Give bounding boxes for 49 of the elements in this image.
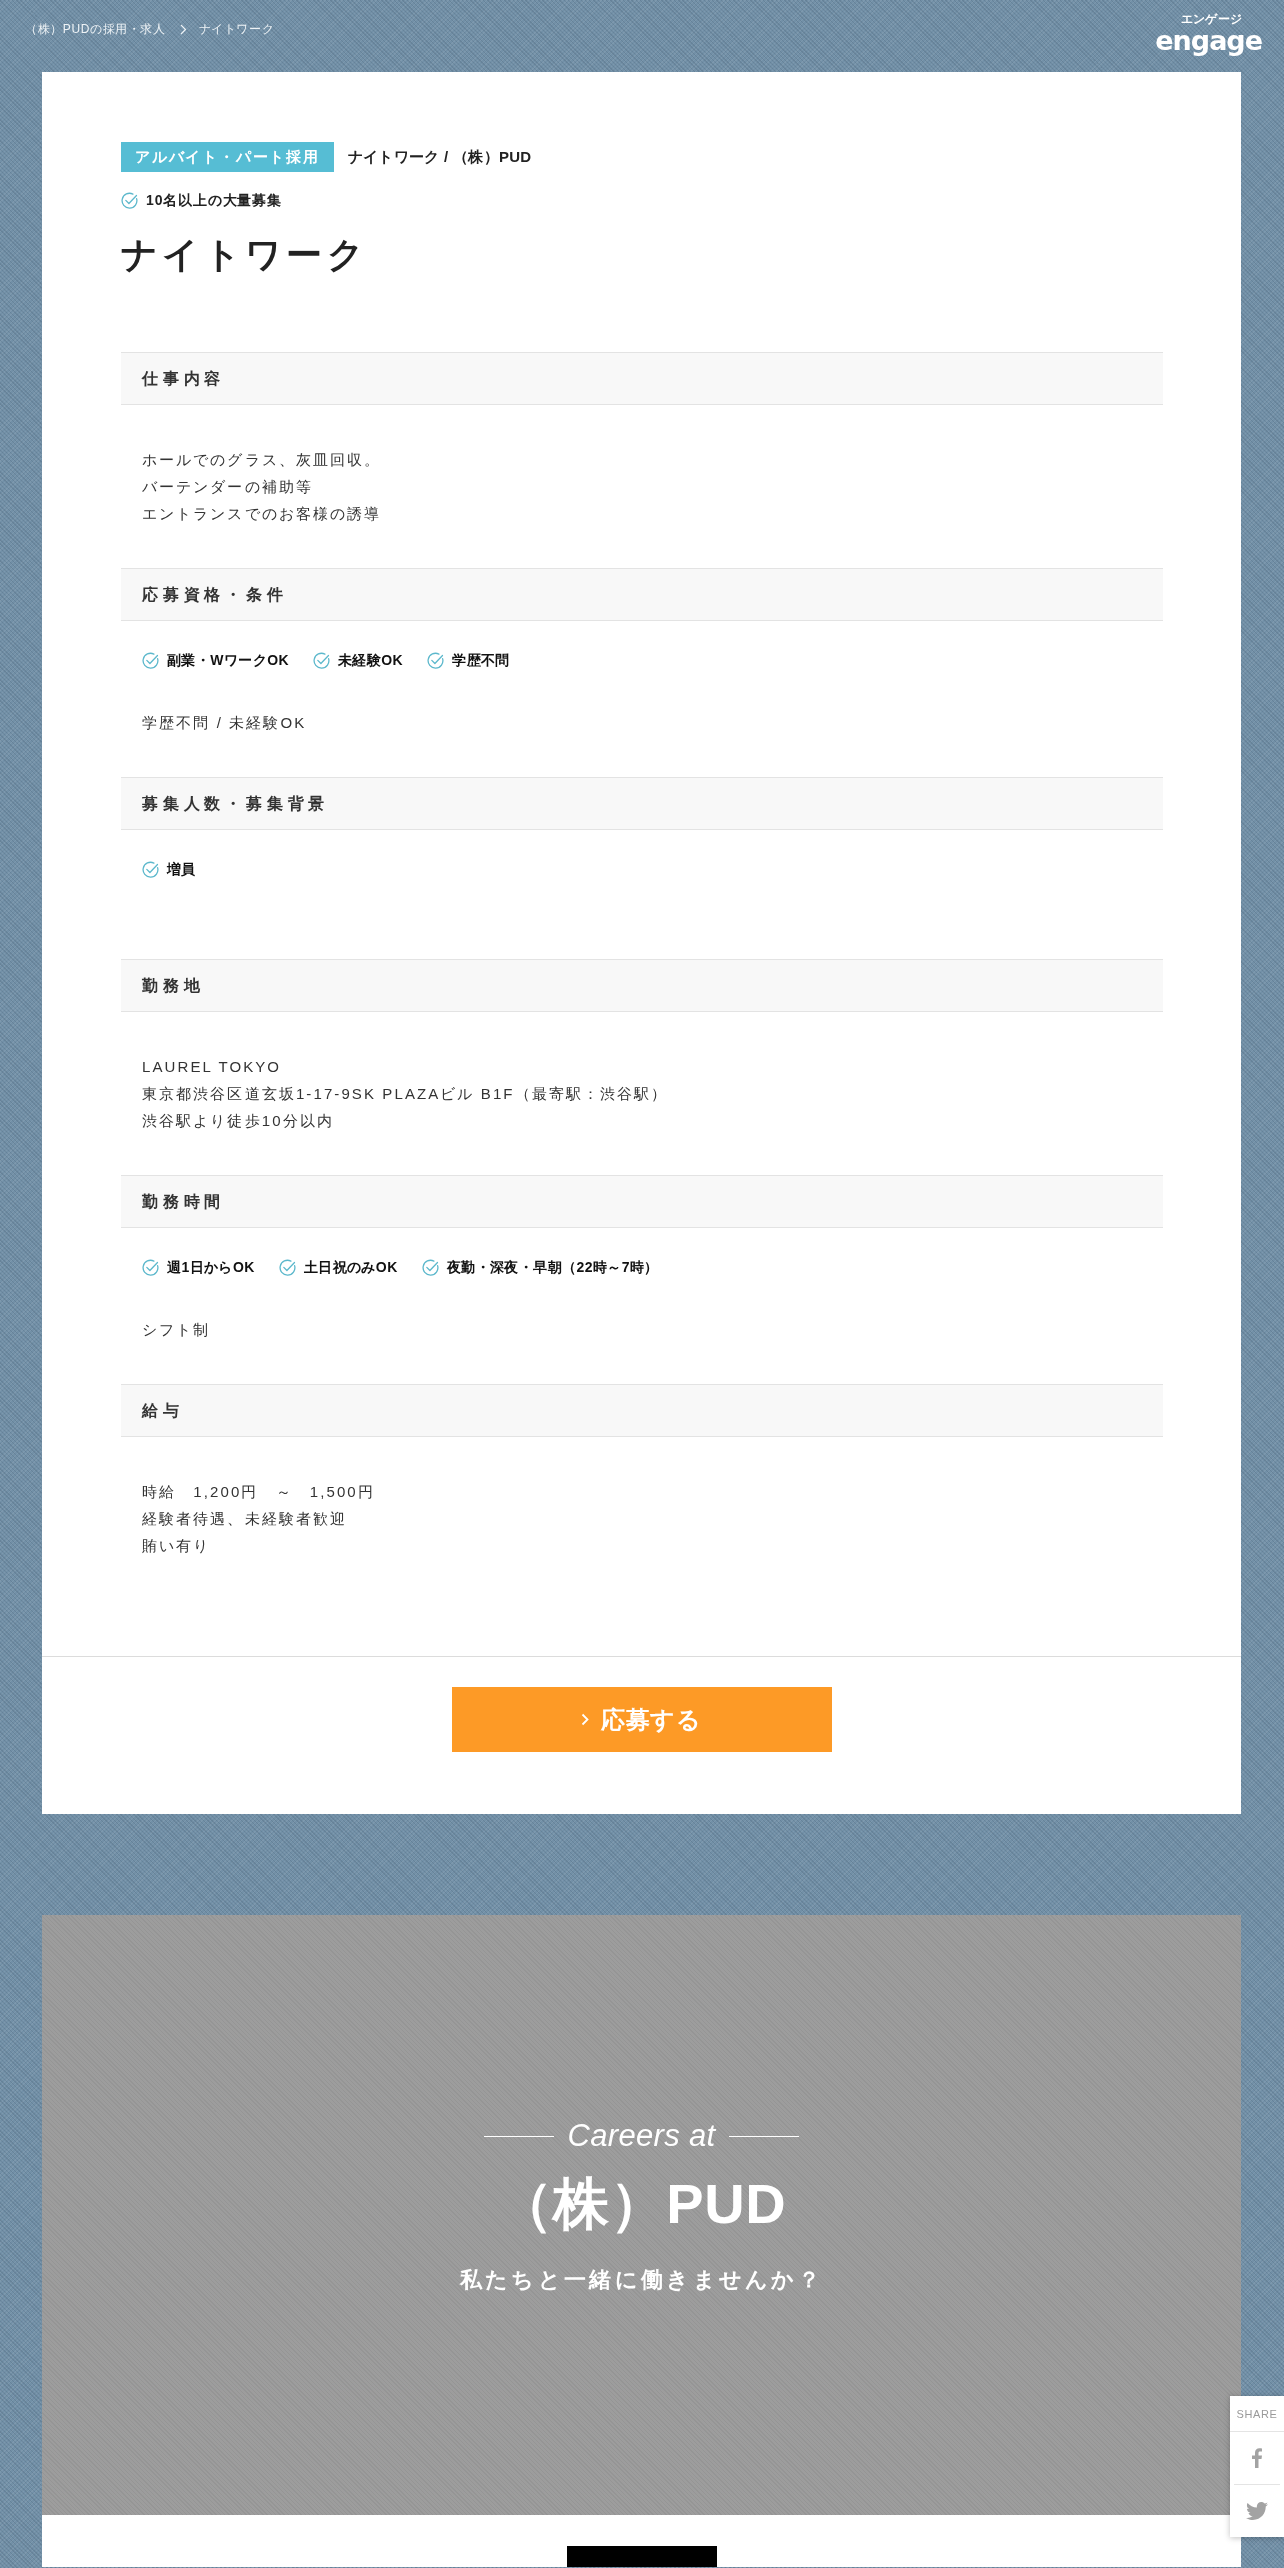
job-title: ナイトワーク [121,233,369,277]
detail-text: ホールでのグラス、灰皿回収。 [142,450,383,470]
check-circle-icon [142,1258,159,1276]
section-heading: 応募資格・条件 [121,568,1163,621]
feature-label: 学歴不問 [452,650,510,670]
highlight-label: 10名以上の大量募集 [146,190,282,210]
check-circle-icon [142,860,159,878]
check-circle-icon [313,651,330,669]
feature-label: 週1日からOK [167,1257,255,1277]
company-name: （株）PUD [496,2171,787,2237]
section-heading: 給与 [121,1384,1163,1437]
chevron-right-icon [179,23,187,35]
twitter-icon[interactable] [1246,2501,1268,2520]
section-heading: 勤務時間 [121,1175,1163,1228]
apply-button[interactable]: 応募する [451,1687,832,1752]
feature-label: 副業・WワークOK [167,650,289,670]
detail-text: エントランスでのお客様の誘導 [142,504,383,524]
check-circle-icon [278,1258,296,1276]
breadcrumb-link[interactable]: （株）PUDの採用・求人 [25,20,166,38]
employment-type-tag: アルバイト・パート採用 [121,142,334,172]
section-heading: 仕事内容 [121,352,1163,405]
brand-logo[interactable]: engage [1155,26,1262,55]
check-circle-icon [421,1258,439,1276]
check-circle-icon [121,191,138,209]
feature-label: 未経験OK [338,650,404,670]
chevron-right-icon [581,1713,590,1726]
section-heading: 募集人数・募集背景 [121,777,1163,830]
logo-kana-text: エンゲージ [1180,11,1242,27]
detail-text: 渋谷駅より徒歩10分以内 [142,1111,335,1131]
feature-label: 増員 [167,859,196,879]
check-circle-icon [427,651,445,669]
detail-text: 時給 1,200円 ～ 1,500円 [142,1482,376,1502]
job-subtitle: ナイトワーク / （株）PUD [347,146,532,167]
breadcrumb-current: ナイトワーク [198,21,275,38]
careers-tagline: 私たちと一緒に働きませんか？ [459,2266,824,2294]
detail-text: 学歴不問 / 未経験OK [142,713,308,733]
section-heading: 勤務地 [121,959,1163,1012]
share-label: SHARE [1230,2396,1284,2432]
feature-label: 土日祝のみOK [303,1257,398,1277]
detail-text: LAUREL TOKYO [142,1057,283,1077]
detail-text: シフト制 [142,1320,212,1340]
careers-lead-text: Careers at [567,2116,716,2155]
check-circle-icon [142,651,159,669]
feature-label: 夜勤・深夜・早朝（22時～7時） [446,1257,659,1277]
detail-text: バーテンダーの補助等 [142,477,314,497]
facebook-icon[interactable] [1252,2448,1262,2468]
detail-text: 経験者待遇、未経験者歓迎 [142,1509,349,1529]
detail-text: 賄い有り [142,1536,212,1556]
detail-text: 東京都渋谷区道玄坂1-17-9SK PLAZAビル B1F（最寄駅：渋谷駅） [142,1084,670,1104]
